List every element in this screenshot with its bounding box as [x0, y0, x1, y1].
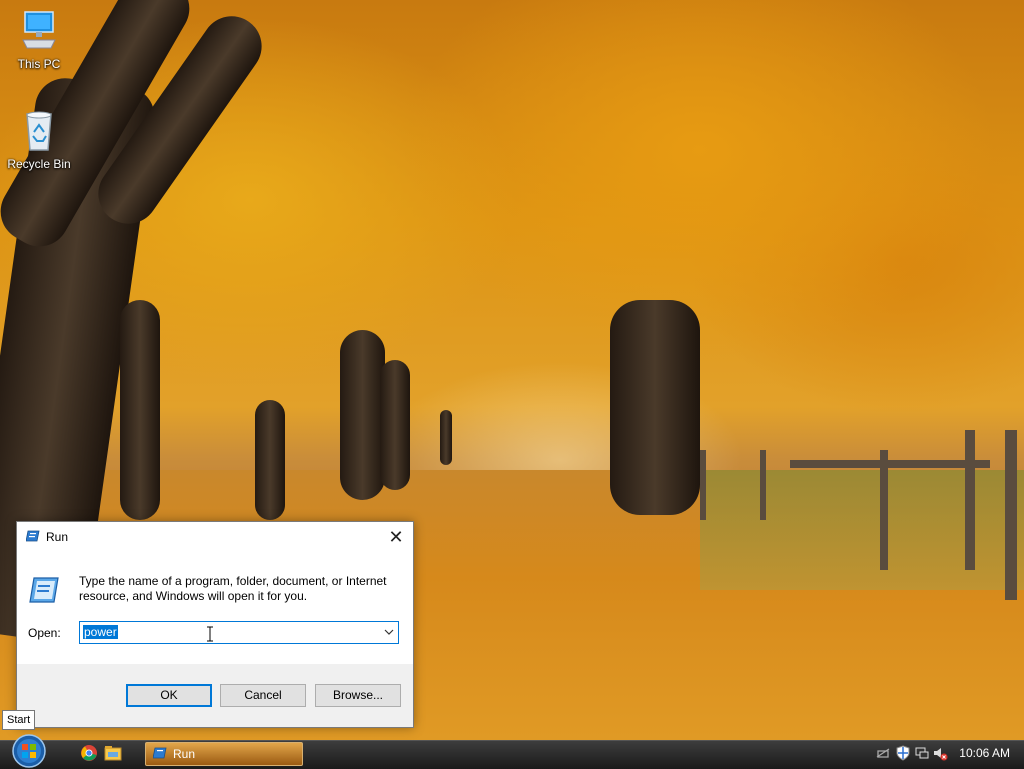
wallpaper-trunk [120, 300, 160, 520]
open-input-value[interactable]: power [83, 625, 118, 639]
taskbar-task-label: Run [173, 747, 196, 761]
wallpaper-grass [700, 470, 1024, 590]
network-icon[interactable] [914, 745, 930, 761]
taskbar-task-run[interactable]: Run [145, 742, 303, 766]
wallpaper-trunk [255, 400, 285, 520]
text-cursor-icon [207, 626, 213, 642]
wallpaper-fence [790, 460, 990, 468]
wallpaper-fence [760, 450, 766, 520]
open-label: Open: [28, 626, 61, 640]
security-shield-icon[interactable] [895, 745, 911, 761]
file-explorer-icon[interactable] [104, 744, 122, 762]
run-icon [153, 747, 167, 759]
desktop-icon-this-pc[interactable]: This PC [1, 10, 77, 71]
wallpaper-fence [1005, 430, 1017, 600]
wallpaper-trunk [380, 360, 410, 490]
computer-icon [22, 11, 56, 49]
run-icon [26, 530, 40, 542]
cancel-button[interactable]: Cancel [220, 684, 306, 707]
wallpaper-fence [880, 450, 888, 570]
close-button[interactable]: ✕ [385, 526, 407, 548]
taskbar-clock[interactable]: 10:06 AM [959, 746, 1010, 760]
wallpaper-fence [700, 450, 706, 520]
volume-muted-icon[interactable] [932, 745, 948, 761]
ok-button[interactable]: OK [126, 684, 212, 707]
desktop-icon-label: This PC [17, 57, 61, 71]
chrome-icon[interactable] [80, 744, 98, 762]
start-button[interactable] [9, 733, 49, 768]
wallpaper-trunk [340, 330, 385, 500]
start-tooltip: Start [2, 710, 36, 730]
open-combobox[interactable]: power [79, 621, 399, 644]
run-dialog-footer: OK Cancel Browse... [17, 664, 413, 727]
recycle-bin-icon [26, 111, 52, 151]
wallpaper-fence [965, 430, 975, 570]
run-dialog: Run ✕ Type the name of a program, folder… [16, 521, 414, 728]
browse-button[interactable]: Browse... [315, 684, 401, 707]
run-dialog-titlebar[interactable]: Run ✕ [17, 522, 413, 552]
close-icon: ✕ [388, 527, 404, 547]
desktop-icon-label: Recycle Bin [7, 157, 71, 171]
desktop-icon-recycle-bin[interactable]: Recycle Bin [1, 110, 77, 171]
run-dialog-description: Type the name of a program, folder, docu… [79, 574, 387, 603]
run-dialog-body: Type the name of a program, folder, docu… [17, 552, 413, 664]
chevron-down-icon[interactable] [380, 622, 398, 643]
wallpaper-trunk [610, 300, 700, 515]
wallpaper-trunk [440, 410, 452, 465]
run-dialog-title: Run [46, 530, 69, 544]
run-program-icon [29, 577, 59, 603]
network-disabled-icon[interactable] [875, 745, 891, 761]
